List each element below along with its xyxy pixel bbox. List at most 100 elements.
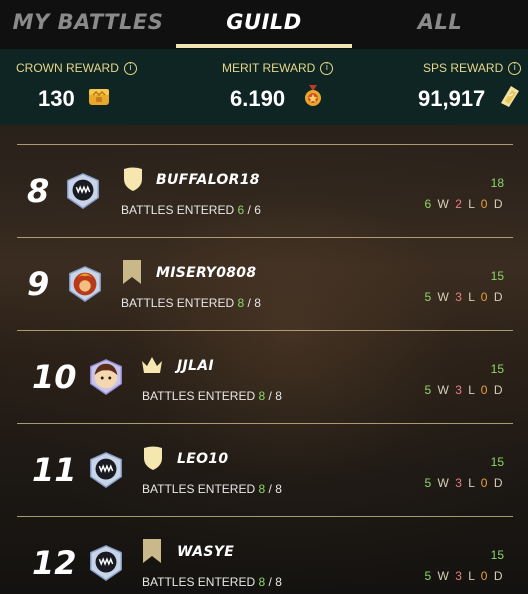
guild-shield-badge-icon [124,167,142,191]
battles-entered: BATTLES ENTERED 8 / 8 [121,296,261,310]
crown-reward: CROWN REWARD i 130 [0,49,176,125]
info-icon[interactable]: i [123,61,137,75]
ranking-row[interactable]: 11 LEO10 BATTLES ENTERED 8 / 8 15 5 W 3 … [17,424,513,516]
losses-count: 2 [455,197,464,211]
tab-my-battles[interactable]: MY BATTLES [0,0,176,49]
battles-entered-sep: / [268,389,272,403]
player-name[interactable]: MISERY0808 [156,265,256,281]
losses-letter: L [468,383,476,397]
wins-letter: W [437,197,451,211]
rank-number: 12 [32,544,77,582]
tab-bar: MY BATTLES GUILD ALL [0,0,528,49]
battles-entered: BATTLES ENTERED 6 / 6 [121,203,261,217]
sps-reward: SPS REWARD i 91,917 [352,49,528,125]
losses-letter: L [468,569,476,583]
battles-entered-label: BATTLES ENTERED [121,203,235,217]
merit-medal-icon [305,85,321,106]
wins-count: 5 [424,569,433,583]
losses-count: 3 [455,476,464,490]
battles-entered: BATTLES ENTERED 8 / 8 [142,482,282,496]
rank-number: 9 [27,265,50,303]
guild-banner-badge-icon [143,539,161,563]
sps-reward-label-text: SPS REWARD [423,61,504,75]
losses-count: 3 [455,290,464,304]
win-loss-draw: 5 W 3 L 0 D [424,569,504,583]
battles-entered-total: 8 [254,296,261,310]
battles-entered-total: 8 [275,389,282,403]
crown-reward-value: 130 [38,86,75,111]
info-icon[interactable]: i [508,61,522,75]
wins-count: 5 [424,476,433,490]
wins-count: 5 [424,383,433,397]
losses-count: 3 [455,569,464,583]
draws-count: 0 [480,569,489,583]
win-loss-draw: 6 W 2 L 0 D [424,197,504,211]
draws-letter: D [493,476,504,490]
player-name[interactable]: WASYE [177,544,234,560]
battles-entered-sep: / [268,575,272,589]
battles-entered-sep: / [268,482,272,496]
battles-entered-total: 8 [275,575,282,589]
wins-count: 5 [424,290,433,304]
sps-token-icon [501,86,519,107]
draws-letter: D [493,290,504,304]
battles-entered-count: 8 [258,575,266,589]
wins-letter: W [437,569,451,583]
info-icon[interactable]: i [320,61,334,75]
draws-count: 0 [480,476,489,490]
battles-entered: BATTLES ENTERED 8 / 8 [142,575,282,589]
player-avatar-icon [90,359,122,395]
ranking-row[interactable]: 9 MISERY0808 BATTLES ENTERED 8 / 8 15 5 … [17,238,513,330]
player-name[interactable]: BUFFALOR18 [156,172,260,188]
battles-entered-count: 8 [258,482,266,496]
losses-count: 3 [455,383,464,397]
battles-entered-label: BATTLES ENTERED [142,575,256,589]
crown-reward-label: CROWN REWARD i [16,61,137,75]
player-score: 15 [490,269,504,283]
losses-letter: L [468,197,476,211]
losses-letter: L [468,476,476,490]
battles-entered-label: BATTLES ENTERED [121,296,235,310]
rank-number: 10 [32,358,77,396]
wins-letter: W [437,383,451,397]
player-name[interactable]: JJLAI [177,358,214,374]
player-avatar-icon [90,452,122,488]
crown-chest-icon [89,89,109,105]
player-avatar-icon [67,173,99,209]
win-loss-draw: 5 W 3 L 0 D [424,476,504,490]
merit-reward-label-text: MERIT REWARD [222,61,316,75]
battles-entered: BATTLES ENTERED 8 / 8 [142,389,282,403]
draws-letter: D [493,383,504,397]
tab-all[interactable]: ALL [352,0,528,49]
sps-reward-value: 91,917 [418,86,486,111]
battles-entered-sep: / [247,296,251,310]
merit-reward: MERIT REWARD i 6.190 [176,49,352,125]
battles-entered-count: 8 [237,296,245,310]
crown-reward-label-text: CROWN REWARD [16,61,119,75]
player-score: 15 [490,548,504,562]
battles-entered-label: BATTLES ENTERED [142,482,256,496]
win-loss-draw: 5 W 3 L 0 D [424,290,504,304]
wins-letter: W [437,290,451,304]
player-name[interactable]: LEO10 [177,451,228,467]
merit-reward-label: MERIT REWARD i [222,61,334,75]
ranking-row[interactable]: 10 JJLAI BATTLES ENTERED 8 / 8 15 5 W 3 … [17,331,513,423]
battles-entered-count: 6 [237,203,245,217]
draws-count: 0 [480,383,489,397]
player-avatar-icon [69,266,101,302]
losses-letter: L [468,290,476,304]
player-score: 15 [490,455,504,469]
draws-letter: D [493,197,504,211]
player-score: 15 [490,362,504,376]
wins-letter: W [437,476,451,490]
battles-entered-sep: / [247,203,251,217]
ranking-row[interactable]: 12 WASYE BATTLES ENTERED 8 / 8 15 5 W 3 … [17,517,513,594]
player-score: 18 [490,176,504,190]
tab-guild[interactable]: GUILD [176,0,352,49]
draws-count: 0 [480,290,489,304]
merit-reward-value: 6.190 [230,86,286,111]
player-avatar-icon [90,545,122,581]
battles-entered-count: 8 [258,389,266,403]
rewards-bar: CROWN REWARD i 130 MERIT REWARD i 6.190 … [0,49,528,125]
ranking-row[interactable]: 8 BUFFALOR18 BATTLES ENTERED 6 / 6 18 6 … [17,145,513,237]
